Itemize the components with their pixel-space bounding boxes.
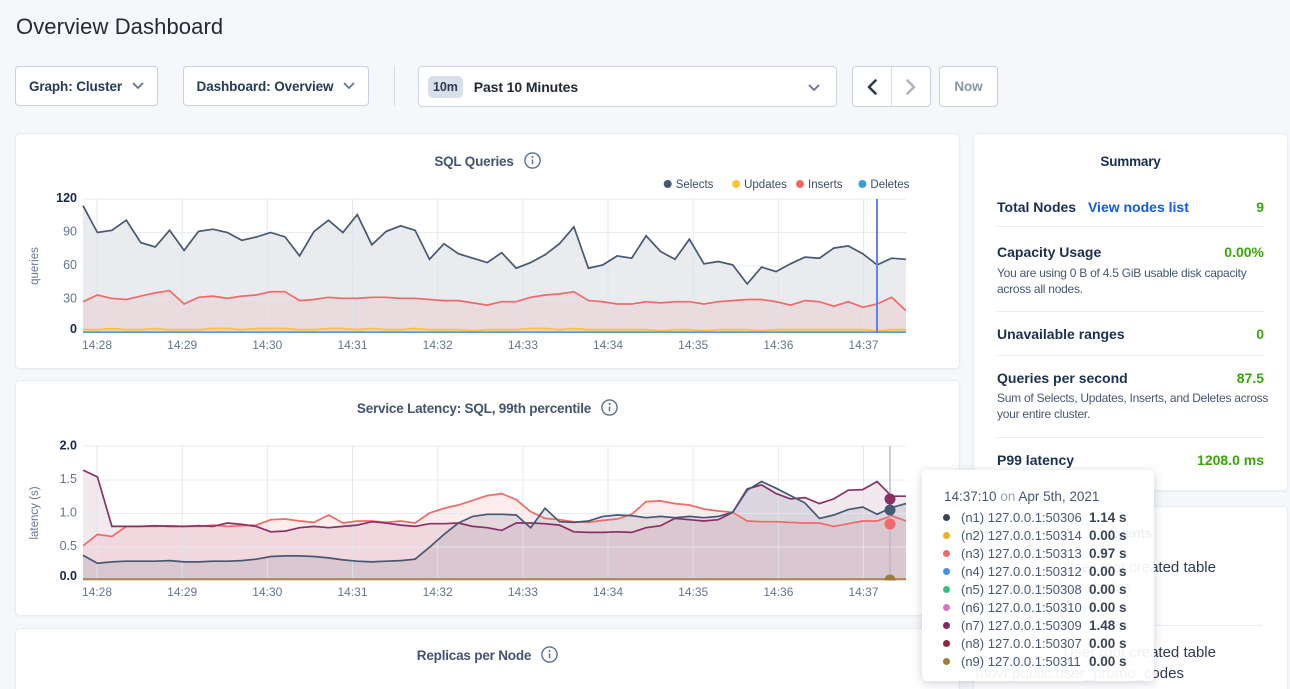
svg-text:14:28: 14:28 xyxy=(82,338,112,352)
svg-text:60: 60 xyxy=(63,258,77,272)
svg-text:14:31: 14:31 xyxy=(337,338,367,352)
svg-text:14:29: 14:29 xyxy=(167,585,197,599)
svg-text:14:36: 14:36 xyxy=(763,585,793,599)
svg-text:14:33: 14:33 xyxy=(508,338,538,352)
svg-text:14:30: 14:30 xyxy=(252,585,282,599)
svg-text:1.5: 1.5 xyxy=(60,472,77,486)
svg-text:14:29: 14:29 xyxy=(167,338,197,352)
svg-text:Selects: Selects xyxy=(676,179,714,191)
svg-text:Deletes: Deletes xyxy=(870,179,909,191)
svg-text:1.0: 1.0 xyxy=(60,506,77,520)
svg-text:Inserts: Inserts xyxy=(808,179,843,191)
svg-text:2.0: 2.0 xyxy=(60,439,77,453)
svg-text:queries: queries xyxy=(29,247,41,285)
svg-text:14:37: 14:37 xyxy=(848,338,878,352)
svg-text:14:32: 14:32 xyxy=(423,338,453,352)
svg-text:14:37: 14:37 xyxy=(848,585,878,599)
svg-text:14:34: 14:34 xyxy=(593,338,623,352)
svg-text:latency (s): latency (s) xyxy=(29,486,41,539)
svg-text:14:35: 14:35 xyxy=(678,585,708,599)
svg-text:14:31: 14:31 xyxy=(337,585,367,599)
svg-text:90: 90 xyxy=(63,225,77,239)
svg-text:14:34: 14:34 xyxy=(593,585,623,599)
svg-text:14:33: 14:33 xyxy=(508,585,538,599)
svg-text:14:35: 14:35 xyxy=(678,338,708,352)
svg-text:Updates: Updates xyxy=(744,179,787,191)
svg-text:30: 30 xyxy=(63,292,77,306)
svg-text:14:32: 14:32 xyxy=(423,585,453,599)
svg-text:14:36: 14:36 xyxy=(763,338,793,352)
svg-text:120: 120 xyxy=(56,191,77,205)
svg-text:14:30: 14:30 xyxy=(252,338,282,352)
svg-text:14:28: 14:28 xyxy=(82,585,112,599)
svg-text:0.5: 0.5 xyxy=(60,539,77,553)
svg-text:0: 0 xyxy=(70,322,77,336)
svg-text:0.0: 0.0 xyxy=(60,569,77,583)
